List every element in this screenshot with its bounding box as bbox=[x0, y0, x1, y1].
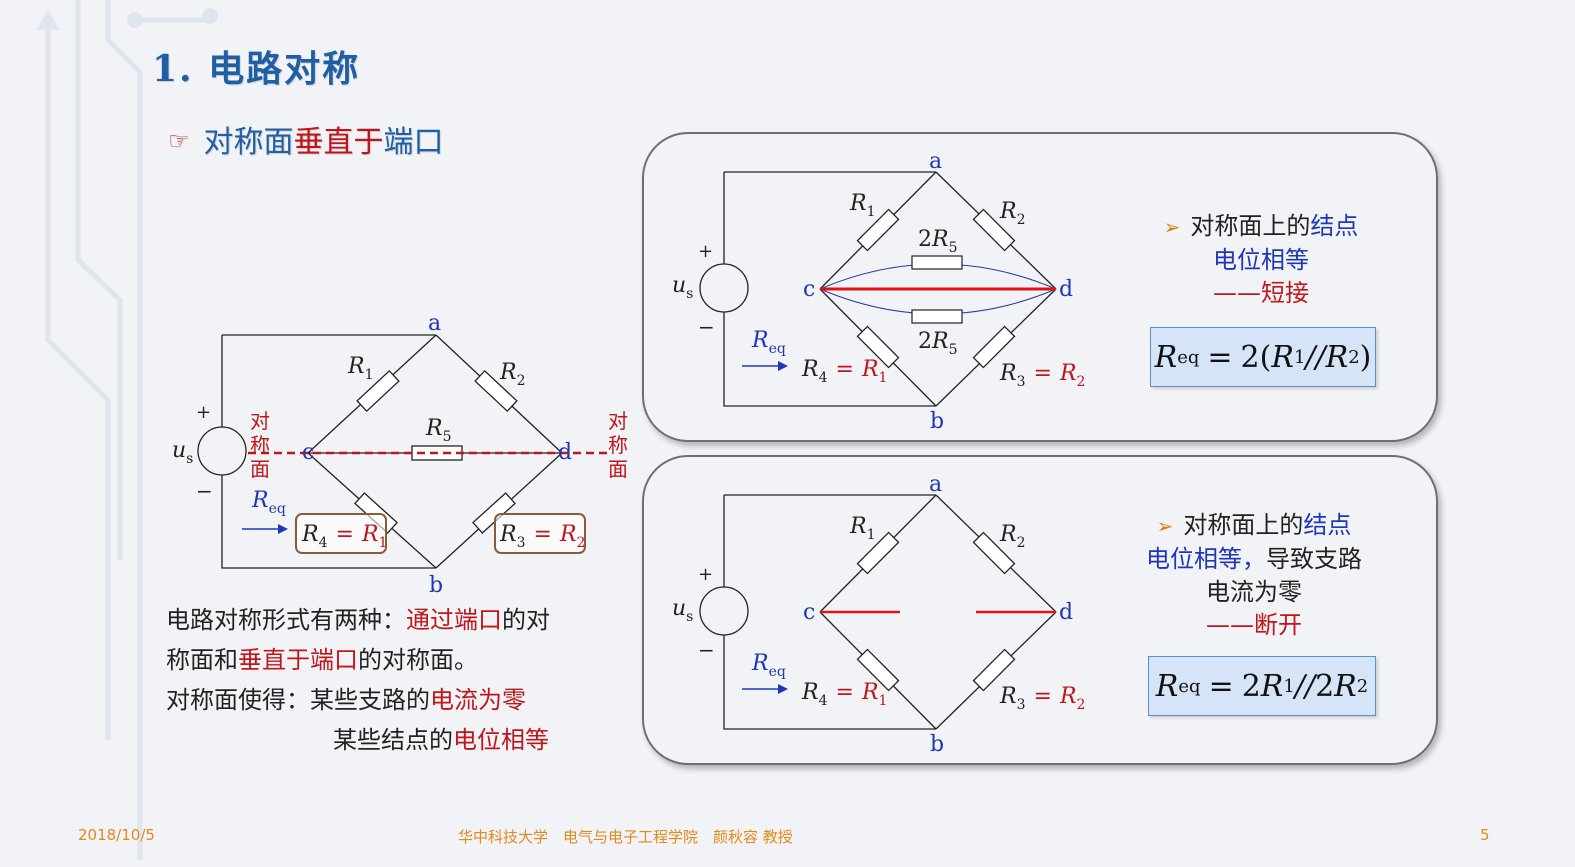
r3-eq-r2-text: R3 = R2 bbox=[999, 361, 1085, 390]
subtitle-part3: 端口 bbox=[383, 125, 444, 160]
arrowhead-bullet-icon: ➢ bbox=[1163, 215, 1181, 239]
source-label: us bbox=[672, 596, 693, 625]
text-line-1: 电路对称形式有两种：通过端口的对 bbox=[166, 606, 550, 634]
footer-page-number: 5 bbox=[1480, 826, 1490, 844]
req-arrowhead-icon bbox=[778, 684, 788, 694]
r5-label: R5 bbox=[425, 416, 452, 445]
node-d: d bbox=[1059, 277, 1073, 302]
req-label: Req bbox=[751, 328, 786, 357]
node-a: a bbox=[929, 149, 942, 174]
text-line-2: 称面和垂直于端口的对称面。 bbox=[166, 646, 478, 674]
node-b: b bbox=[930, 732, 944, 757]
open-circuit-diagram: + − us a b c d R1 R2 Req R4 = R1 R3 = R2 bbox=[672, 472, 1085, 757]
2r5-lower-label: 2R5 bbox=[918, 329, 958, 358]
req-arrowhead-icon bbox=[778, 361, 788, 371]
r3-eq-r2-text: R3 = R2 bbox=[499, 522, 585, 551]
svg-text:对: 对 bbox=[250, 409, 270, 433]
r4-eq-r1-text: R4 = R1 bbox=[301, 522, 387, 551]
short-circuit-diagram: + − us a b c d R1 R2 2R5 2R5 Req R4 = R1 R… bbox=[672, 149, 1085, 434]
resistor-2r5-upper bbox=[911, 255, 963, 270]
r2-label: R2 bbox=[499, 360, 526, 389]
source-label: us bbox=[172, 438, 193, 467]
req-label: Req bbox=[751, 651, 786, 680]
text-line-4: 某些结点的电位相等 bbox=[333, 726, 549, 754]
req-arrowhead-icon bbox=[278, 524, 288, 534]
r4-eq-r1-text: R4 = R1 bbox=[801, 357, 887, 386]
explanation-text: 电路对称形式有两种：通过端口的对 称面和垂直于端口的对称面。 对称面使得：某些支… bbox=[166, 600, 550, 760]
req-formula-open: Req = 2 R 1//2 R 2 bbox=[1148, 656, 1376, 716]
r1-label: R1 bbox=[347, 354, 374, 383]
page-title: 1. 电路对称 bbox=[152, 48, 361, 90]
node-c: c bbox=[302, 440, 314, 465]
node-d: d bbox=[1059, 600, 1073, 625]
subtitle-part2: 垂直于 bbox=[293, 125, 384, 160]
svg-text:面: 面 bbox=[250, 457, 270, 481]
req-label: Req bbox=[251, 488, 286, 517]
pointing-hand-icon: ☞ bbox=[168, 127, 190, 155]
node-b: b bbox=[429, 573, 443, 595]
sym-label-right: 对 称 面 bbox=[608, 409, 628, 481]
source-minus: − bbox=[698, 638, 715, 662]
2r5-upper-label: 2R5 bbox=[918, 227, 958, 256]
footer-date: 2018/10/5 bbox=[78, 826, 155, 844]
req-formula-short: Req = 2(R 1//R 2) bbox=[1150, 327, 1376, 387]
footer-center: 华中科技大学 电气与电子工程学院 颜秋容 教授 bbox=[458, 828, 793, 846]
voltage-source-icon bbox=[699, 586, 749, 636]
r1-label: R1 bbox=[849, 191, 876, 220]
subtitle: ☞ 对称面垂直于端口 bbox=[168, 117, 444, 161]
r2-label: R2 bbox=[999, 199, 1026, 228]
node-d: d bbox=[558, 440, 572, 465]
open-circuit-panel: + − us a b c d R1 R2 Req R4 = R1 R3 = R2 ➢ 对称… bbox=[642, 455, 1438, 765]
node-b: b bbox=[930, 409, 944, 434]
node-c: c bbox=[803, 600, 815, 625]
r4-eq-r1-text: R4 = R1 bbox=[801, 680, 887, 709]
short-circuit-note: ➢ 对称面上的结点 电位相等 ——短接 bbox=[1163, 212, 1359, 307]
svg-text:面: 面 bbox=[608, 457, 628, 481]
node-a: a bbox=[929, 472, 942, 497]
node-a: a bbox=[428, 311, 441, 336]
svg-text:对: 对 bbox=[608, 409, 628, 433]
arrowhead-bullet-icon: ➢ bbox=[1156, 514, 1174, 538]
open-circuit-note: ➢ 对称面上的结点 电位相等，导致支路 电流为零 ——断开 bbox=[1146, 511, 1362, 639]
short-circuit-panel: + − us a b c d R1 R2 2R5 2R5 Req R4 = R1 R… bbox=[642, 132, 1438, 442]
svg-text:称: 称 bbox=[608, 433, 628, 457]
voltage-source-icon bbox=[699, 263, 749, 313]
source-minus: − bbox=[196, 479, 213, 503]
left-circuit-diagram: + − us a b c d R1 R2 R5 对 称 面 对 称 面 Req … bbox=[172, 311, 628, 595]
source-minus: − bbox=[698, 315, 715, 339]
text-line-3: 对称面使得：某些支路的电流为零 bbox=[166, 686, 526, 714]
source-label: us bbox=[672, 273, 693, 302]
node-c: c bbox=[803, 277, 815, 302]
svg-text:称: 称 bbox=[250, 433, 270, 457]
r3-eq-r2-text: R3 = R2 bbox=[999, 684, 1085, 713]
r1-label: R1 bbox=[849, 514, 876, 543]
source-plus: + bbox=[698, 564, 713, 585]
r2-label: R2 bbox=[999, 522, 1026, 551]
source-plus: + bbox=[196, 402, 211, 423]
subtitle-part1: 对称面 bbox=[203, 125, 294, 160]
sym-label-left: 对 称 面 bbox=[250, 409, 270, 481]
source-plus: + bbox=[698, 241, 713, 262]
voltage-source-icon bbox=[197, 426, 247, 476]
resistor-2r5-lower bbox=[911, 309, 963, 324]
